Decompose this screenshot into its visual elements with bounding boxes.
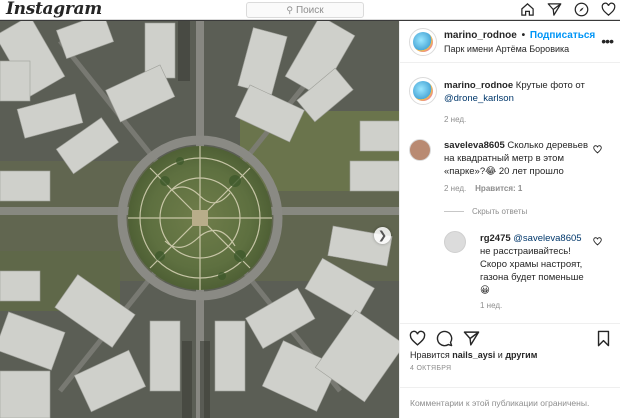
caption-text: marino_rodnoe Крутые фото от @drone_karl…	[444, 79, 614, 105]
likes-and: и	[497, 350, 503, 360]
comment-text: saveleva8605 Сколько деревьев на квадрат…	[444, 139, 604, 178]
search-placeholder: Поиск	[295, 4, 324, 16]
reply-body: Скоро храмы настроят,	[480, 259, 583, 270]
comment-username[interactable]: saveleva8605	[444, 140, 505, 151]
separator-dot: •	[521, 30, 526, 41]
like-comment-heart-icon[interactable]	[593, 145, 602, 154]
share-icon[interactable]	[463, 330, 480, 347]
comment-body: на квадратный метр в этом	[444, 153, 564, 164]
post-header: marino_rodnoe • Подписаться Парк имени А…	[400, 21, 620, 63]
heart-icon[interactable]	[601, 2, 616, 17]
instagram-logo[interactable]: Instagram	[6, 0, 102, 19]
post-actions-bar	[400, 323, 620, 351]
comment-likes[interactable]: Нравится: 1	[475, 184, 522, 193]
hide-replies-label: Скрыть ответы	[472, 207, 528, 216]
more-icon[interactable]: •••	[601, 33, 614, 49]
avatar[interactable]	[409, 77, 437, 105]
caption-time[interactable]: 2 нед.	[444, 115, 466, 124]
reply-body: не расстраивайтесь!	[480, 246, 571, 257]
post-date[interactable]: 4 ОКТЯБРЯ	[410, 365, 451, 372]
post-location[interactable]: Парк имени Артёма Боровика	[444, 44, 569, 54]
comments-restricted-notice: Комментарии к этой публикации ограничены…	[400, 387, 620, 418]
like-reply-heart-icon[interactable]	[593, 237, 602, 246]
top-navigation-bar: Instagram ⚲ Поиск	[0, 0, 620, 20]
caption-body: Крутые фото от	[515, 80, 585, 91]
likes-prefix: Нравится	[410, 350, 450, 360]
avatar[interactable]	[409, 139, 431, 161]
reply-text: rg2475 @saveleva8605 не расстраивайтесь!…	[480, 232, 608, 297]
next-photo-button[interactable]: ❯	[374, 227, 391, 244]
chevron-right-icon: ❯	[377, 230, 388, 242]
home-icon[interactable]	[520, 2, 535, 17]
post-username[interactable]: marino_rodnoe	[444, 30, 517, 41]
direct-icon[interactable]	[547, 2, 562, 17]
avatar[interactable]	[444, 231, 466, 253]
hide-replies-button[interactable]: Скрыть ответы	[444, 207, 527, 216]
reply-time[interactable]: 1 нед.	[480, 301, 502, 310]
search-icon: ⚲	[286, 4, 293, 15]
explore-icon[interactable]	[574, 2, 589, 17]
likes-user[interactable]: nails_aysi	[452, 350, 495, 360]
post-side-panel: marino_rodnoe • Подписаться Парк имени А…	[399, 21, 620, 418]
post-photo[interactable]: ❯	[0, 21, 399, 418]
bookmark-icon[interactable]	[595, 330, 612, 347]
nav-icons	[520, 2, 616, 17]
avatar[interactable]	[409, 28, 437, 56]
divider	[444, 211, 464, 212]
comment-meta: 2 нед. Нравится: 1	[444, 184, 522, 193]
reply-mention[interactable]: @saveleva8605	[513, 233, 581, 244]
reply-body: 😀	[480, 285, 490, 296]
comment-body: «парке»?😂 20 лет прошло	[444, 166, 564, 177]
caption-username[interactable]: marino_rodnoe	[444, 80, 513, 91]
like-heart-icon[interactable]	[409, 330, 426, 347]
reply-body: газона будет поменьше	[480, 272, 584, 283]
likes-others[interactable]: другим	[505, 350, 537, 360]
comment-body: Сколько деревьев	[507, 140, 589, 151]
reply-username[interactable]: rg2475	[480, 233, 511, 244]
search-input[interactable]: ⚲ Поиск	[246, 2, 364, 18]
caption-mention[interactable]: @drone_karlson	[444, 93, 514, 104]
comment-icon[interactable]	[436, 330, 453, 347]
likes-summary: Нравится nails_aysi и другим	[410, 350, 537, 360]
comment-time[interactable]: 2 нед.	[444, 184, 466, 193]
follow-button[interactable]: Подписаться	[530, 30, 595, 41]
